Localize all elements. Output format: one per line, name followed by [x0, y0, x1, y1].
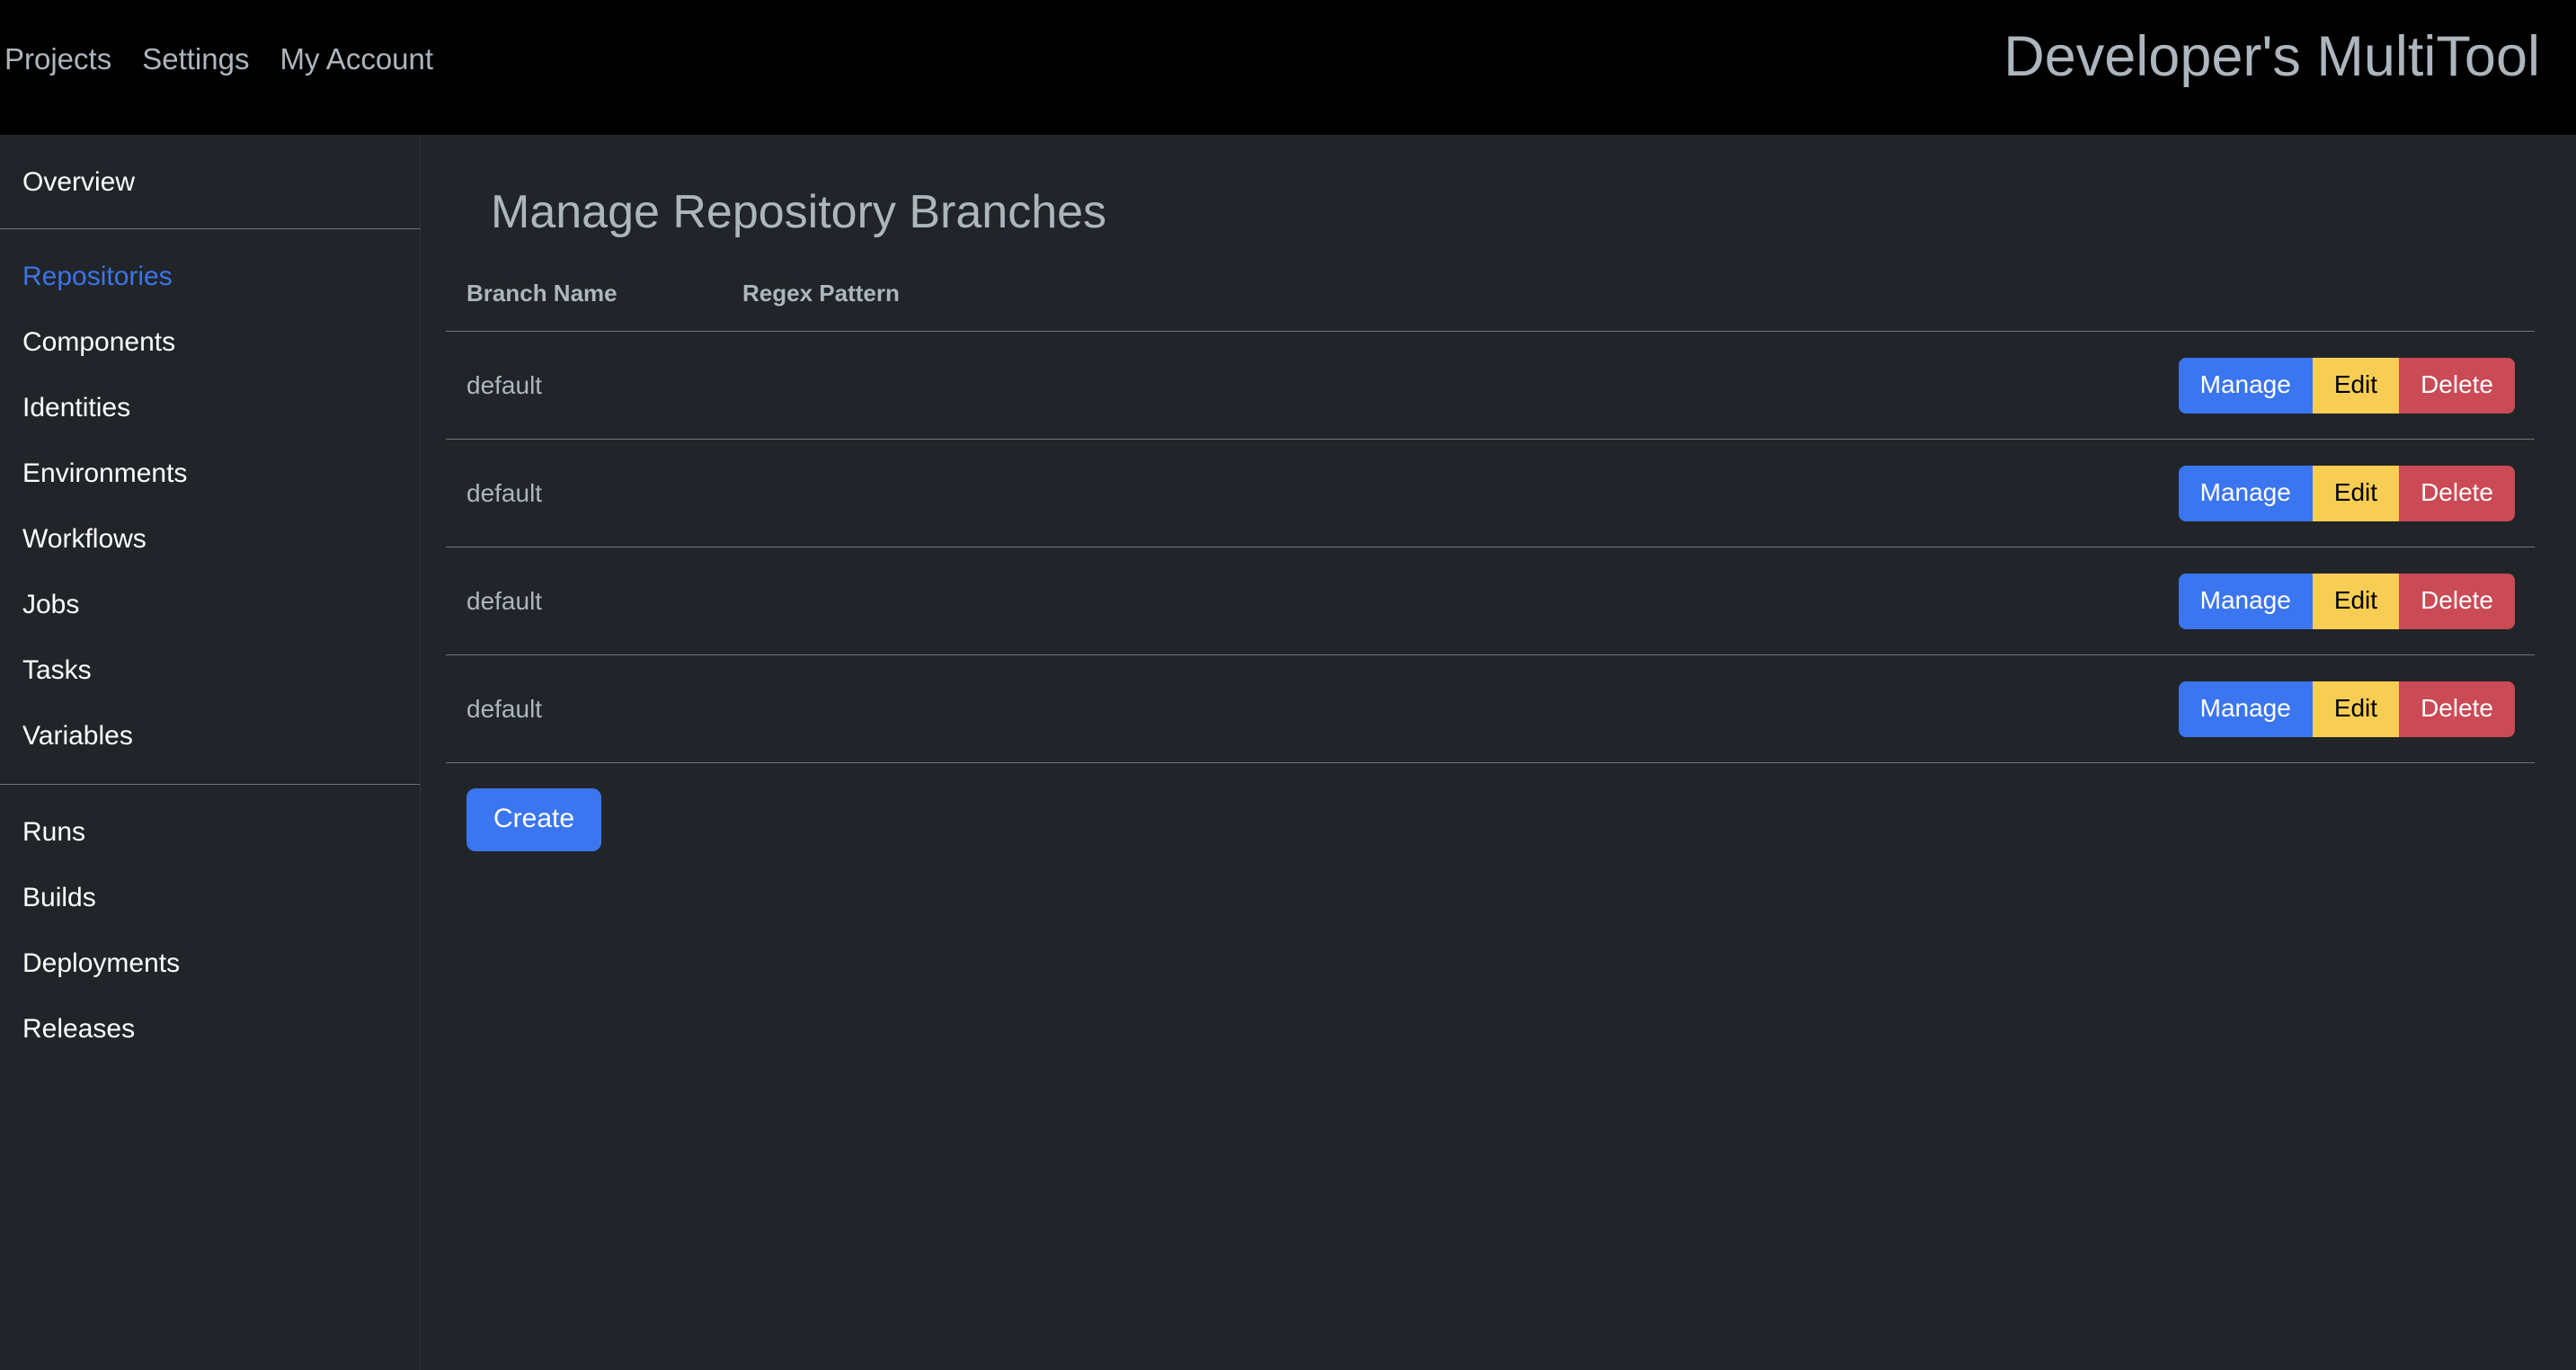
sidebar-item-runs[interactable]: Runs — [0, 819, 420, 846]
sidebar-item-jobs[interactable]: Jobs — [0, 592, 420, 618]
delete-button[interactable]: Delete — [2399, 358, 2515, 414]
cell-actions: Manage Edit Delete — [1192, 547, 2535, 655]
edit-button[interactable]: Edit — [2312, 681, 2400, 737]
sidebar: Overview Repositories Components Identit… — [0, 135, 421, 1370]
cell-branch-name: default — [466, 695, 543, 723]
sidebar-item-components[interactable]: Components — [0, 329, 420, 356]
top-navigation: Projects Settings My Account — [0, 44, 449, 74]
cell-regex-pattern — [742, 655, 1192, 763]
edit-button[interactable]: Edit — [2312, 358, 2400, 414]
manage-button[interactable]: Manage — [2178, 358, 2313, 414]
row-action-group: Manage Edit Delete — [2178, 466, 2515, 521]
app-header: Projects Settings My Account Developer's… — [0, 0, 2576, 135]
sidebar-item-tasks[interactable]: Tasks — [0, 657, 420, 684]
branches-table: Branch Name Regex Pattern default Manage… — [446, 280, 2535, 763]
nav-item-projects[interactable]: Projects — [4, 44, 127, 74]
manage-button[interactable]: Manage — [2178, 681, 2313, 737]
table-row: default Manage Edit Delete — [446, 331, 2535, 440]
row-action-group: Manage Edit Delete — [2178, 574, 2515, 629]
cell-regex-pattern — [742, 332, 1192, 440]
nav-item-my-account[interactable]: My Account — [264, 44, 449, 74]
manage-button[interactable]: Manage — [2178, 466, 2313, 521]
cell-branch-name: default — [466, 479, 543, 507]
column-header-actions — [1192, 280, 2535, 332]
table-row: default Manage Edit Delete — [446, 547, 2535, 655]
sidebar-item-workflows[interactable]: Workflows — [0, 526, 420, 553]
row-action-group: Manage Edit Delete — [2178, 358, 2515, 414]
delete-button[interactable]: Delete — [2399, 466, 2515, 521]
nav-item-settings[interactable]: Settings — [127, 44, 264, 74]
delete-button[interactable]: Delete — [2399, 574, 2515, 629]
branches-table-body: default Manage Edit Delete default Manag… — [446, 331, 2535, 763]
sidebar-item-releases[interactable]: Releases — [0, 1016, 420, 1043]
sidebar-group-resources: Repositories Components Identities Envir… — [0, 229, 420, 784]
column-header-regex-pattern: Regex Pattern — [742, 280, 900, 307]
table-header-row: Branch Name Regex Pattern — [446, 280, 2535, 332]
sidebar-item-environments[interactable]: Environments — [0, 460, 420, 487]
cell-actions: Manage Edit Delete — [1192, 332, 2535, 440]
row-action-group: Manage Edit Delete — [2178, 681, 2515, 737]
cell-regex-pattern — [742, 440, 1192, 547]
sidebar-item-variables[interactable]: Variables — [0, 723, 420, 750]
table-row: default Manage Edit Delete — [446, 439, 2535, 547]
sidebar-group-general: Overview — [0, 135, 420, 228]
create-button[interactable]: Create — [466, 788, 602, 851]
main-content: Manage Repository Branches Branch Name R… — [421, 135, 2576, 1370]
edit-button[interactable]: Edit — [2312, 466, 2400, 521]
column-header-branch-name: Branch Name — [466, 280, 617, 307]
sidebar-item-identities[interactable]: Identities — [0, 395, 420, 422]
cell-actions: Manage Edit Delete — [1192, 655, 2535, 763]
app-body: Overview Repositories Components Identit… — [0, 135, 2576, 1370]
app-brand-title: Developer's MultiTool — [2003, 24, 2540, 88]
sidebar-item-overview[interactable]: Overview — [0, 169, 420, 196]
sidebar-item-repositories[interactable]: Repositories — [0, 263, 420, 290]
branches-table-container: Branch Name Regex Pattern default Manage… — [446, 280, 2535, 851]
cell-branch-name: default — [466, 587, 543, 615]
delete-button[interactable]: Delete — [2399, 681, 2515, 737]
edit-button[interactable]: Edit — [2312, 574, 2400, 629]
sidebar-item-deployments[interactable]: Deployments — [0, 950, 420, 977]
page-title: Manage Repository Branches — [491, 186, 1107, 238]
cell-branch-name: default — [466, 371, 543, 399]
cell-regex-pattern — [742, 547, 1192, 655]
table-row: default Manage Edit Delete — [446, 654, 2535, 763]
branches-table-head: Branch Name Regex Pattern — [446, 280, 2535, 332]
sidebar-item-builds[interactable]: Builds — [0, 885, 420, 912]
manage-button[interactable]: Manage — [2178, 574, 2313, 629]
cell-actions: Manage Edit Delete — [1192, 440, 2535, 547]
sidebar-group-activity: Runs Builds Deployments Releases — [0, 785, 420, 1077]
